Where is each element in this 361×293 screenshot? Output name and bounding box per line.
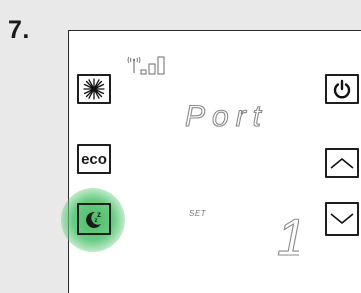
night-mode-button[interactable]: z z xyxy=(77,203,111,235)
night-moon-icon: z z xyxy=(83,208,105,230)
mode-display: Port xyxy=(184,96,305,139)
thermostat-panel: Port SET 1 xyxy=(61,30,361,293)
step-number: 7. xyxy=(8,16,30,44)
up-button[interactable] xyxy=(325,148,359,178)
svg-text:z: z xyxy=(95,218,98,224)
eco-label: eco xyxy=(81,150,107,168)
fan-snowflake-icon xyxy=(82,78,106,100)
set-value-display: 1 xyxy=(275,207,306,267)
wireless-signal-icon xyxy=(126,53,176,82)
set-label: SET xyxy=(189,209,207,218)
eco-button[interactable]: eco xyxy=(77,144,111,174)
set-value: 1 xyxy=(277,209,299,259)
instruction-step: 7. Port SET eco z z xyxy=(0,0,361,293)
down-button[interactable] xyxy=(325,202,359,236)
power-icon xyxy=(332,79,352,99)
chevron-down-icon xyxy=(329,211,355,227)
chevron-up-icon xyxy=(329,155,355,171)
mode-text: Port xyxy=(185,100,268,133)
svg-text:z: z xyxy=(97,210,101,219)
fan-button[interactable] xyxy=(77,74,111,104)
power-button[interactable] xyxy=(325,74,359,104)
